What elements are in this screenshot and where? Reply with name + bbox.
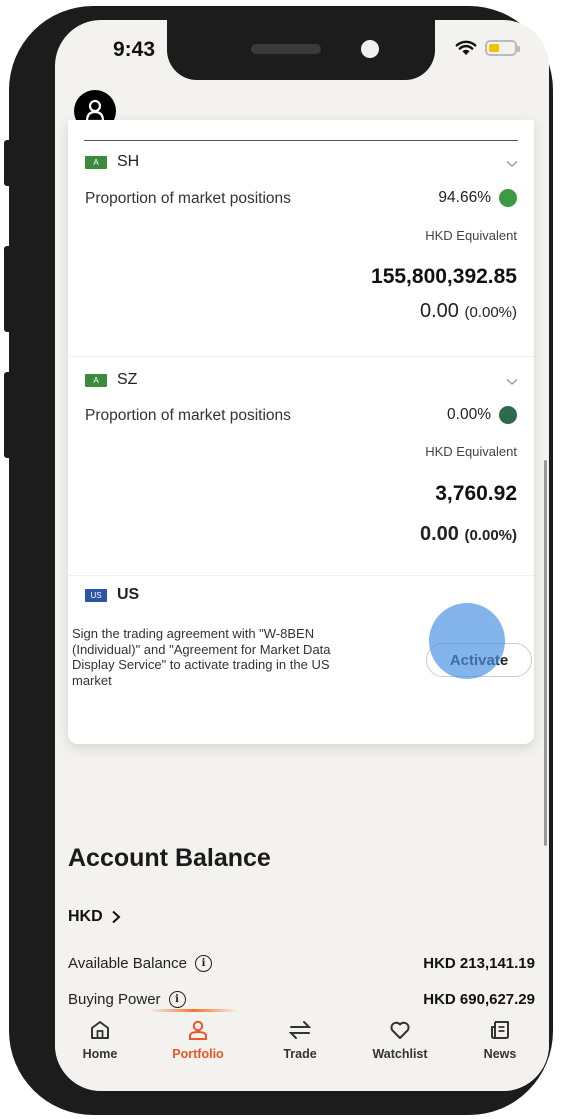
info-icon[interactable]: i [168,991,186,1008]
home-icon [91,1021,109,1039]
active-tab-indicator [149,1009,239,1012]
proportion-label: Proportion of market positions [85,190,291,207]
market-code: SZ [117,371,138,388]
buying-power-label: Buying Power [68,991,161,1008]
market-code: SH [117,153,140,170]
market-header-sz[interactable]: A SZ [85,371,137,389]
us-activation-description: Sign the trading agreement with "W-8BEN … [72,626,331,688]
currency-selector[interactable]: HKD [68,908,121,926]
market-value: 3,760.92 [435,482,517,505]
scrollbar[interactable] [544,460,547,846]
status-icons [455,40,520,56]
account-balance-title: Account Balance [68,844,271,872]
wifi-icon [455,40,477,55]
notch [167,20,435,80]
proportion-label: Proportion of market positions [85,407,291,424]
market-code: US [117,586,140,603]
bottom-tab-bar: Home Portfolio Trade Watchlist News [55,1009,549,1091]
buying-power-row: Buying Power i HKD 690,627.29 [68,991,535,1008]
camera [361,40,379,58]
swap-icon [289,1021,311,1039]
available-balance-row: Available Balance i HKD 213,141.19 [68,955,535,972]
tab-label: News [483,1047,517,1061]
volume-down-button [4,372,12,458]
market-header-sh[interactable]: A SH [85,153,139,171]
available-balance-value: HKD 213,141.19 [423,955,535,972]
status-time: 9:43 [113,38,156,61]
status-dot-icon [499,189,517,207]
divider [84,140,518,141]
tab-label: Trade [283,1047,317,1061]
market-badge: A [85,373,107,387]
tab-portfolio[interactable]: Portfolio [158,1019,238,1061]
market-header-us: US US [85,586,139,604]
tab-news[interactable]: News [460,1019,540,1061]
currency-label: HKD [68,908,103,925]
hkd-equivalent-label: HKD Equivalent [425,228,517,243]
proportion-value: 0.00% [447,406,517,424]
tab-label: Portfolio [172,1047,224,1061]
status-dot-icon [499,406,517,424]
market-change: 0.00 (0.00%) [419,523,517,545]
chevron-down-icon[interactable] [506,378,518,386]
tab-label: Watchlist [372,1047,428,1061]
tab-watchlist[interactable]: Watchlist [360,1019,440,1061]
volume-up-button [4,246,12,332]
market-value: 155,800,392.85 [371,265,517,288]
chevron-right-icon [111,910,121,924]
battery-icon [485,40,520,56]
mute-switch [4,140,12,186]
phone-frame: 9:43 A SH Proportion of market positions… [9,6,553,1115]
hkd-equivalent-label: HKD Equivalent [425,444,517,459]
chevron-down-icon[interactable] [506,160,518,168]
proportion-value: 94.66% [438,189,517,207]
market-badge: A [85,155,107,169]
tab-trade[interactable]: Trade [260,1019,340,1061]
activate-button[interactable]: Activate [426,643,532,677]
available-balance-label: Available Balance [68,955,187,972]
tab-label: Home [82,1047,118,1061]
person-icon [189,1020,207,1040]
heart-icon [390,1021,410,1039]
news-icon [491,1021,509,1039]
info-icon[interactable]: i [194,955,212,972]
divider [68,356,534,357]
buying-power-value: HKD 690,627.29 [423,991,535,1008]
speaker [251,44,321,54]
app-screen: 9:43 A SH Proportion of market positions… [55,20,549,1091]
tab-home[interactable]: Home [60,1019,140,1061]
market-badge: US [85,588,107,602]
market-change: 0.00 (0.00%) [419,300,517,322]
divider [68,575,534,576]
